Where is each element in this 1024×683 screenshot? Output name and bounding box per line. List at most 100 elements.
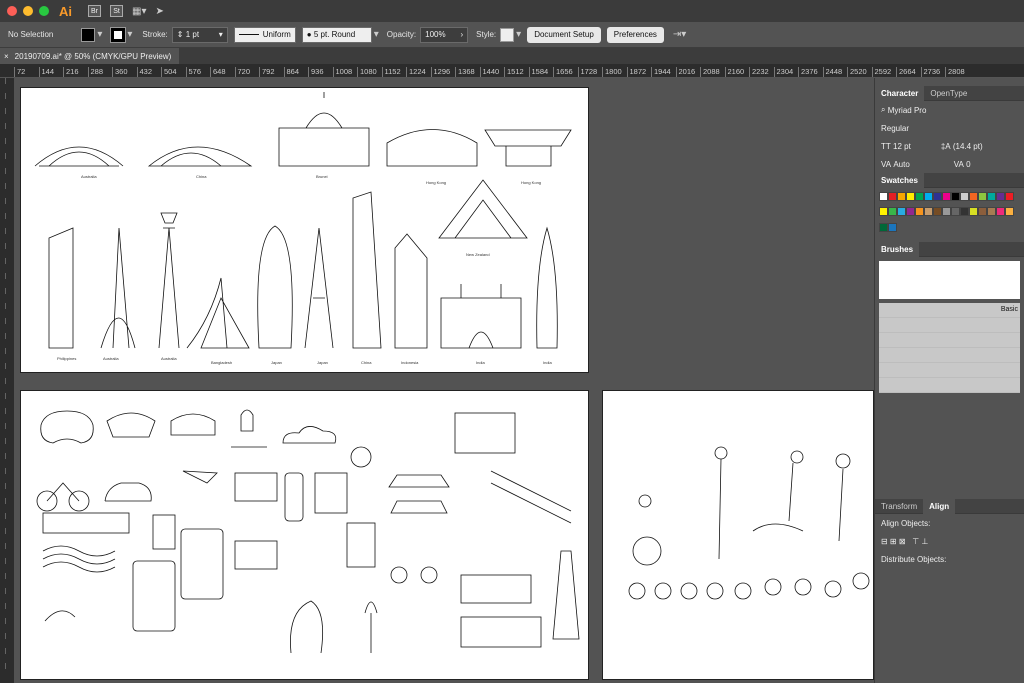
- variable-width-profile[interactable]: Uniform: [233, 26, 296, 43]
- font-size-value[interactable]: 12 pt: [893, 142, 911, 151]
- artboard-people[interactable]: [602, 390, 874, 680]
- color-swatch[interactable]: [879, 192, 888, 201]
- ruler-tick-label: 648: [210, 67, 226, 77]
- canvas[interactable]: Australia China Brunei Hong Kong Hong Kong Ne…: [14, 78, 874, 683]
- new-zealand-pavilion-icon: [438, 179, 528, 239]
- color-swatch[interactable]: [924, 207, 933, 217]
- color-swatch[interactable]: [960, 192, 969, 201]
- stock-button[interactable]: St: [110, 5, 123, 17]
- chevron-right-icon[interactable]: ›: [460, 30, 463, 39]
- color-swatch[interactable]: [906, 192, 915, 201]
- close-window-button[interactable]: [7, 6, 17, 16]
- color-swatch[interactable]: [942, 207, 951, 217]
- color-swatch[interactable]: [1005, 207, 1014, 217]
- stroke-color-swatch[interactable]: [110, 26, 127, 43]
- tab-align[interactable]: Align: [923, 498, 956, 514]
- tram-icon: [460, 616, 542, 648]
- brush-row[interactable]: [879, 378, 1020, 393]
- color-swatch[interactable]: [978, 207, 987, 217]
- fill-color-swatch[interactable]: [81, 27, 96, 42]
- color-swatch[interactable]: [915, 192, 924, 201]
- horizontal-ruler[interactable]: 72 144 216 288 360 432 504 576 648 720 792 864 936 10…: [0, 64, 1024, 78]
- minimize-window-button[interactable]: [23, 6, 33, 16]
- chevron-down-icon[interactable]: ▾: [374, 29, 379, 40]
- ruler-tick-label: 1296: [430, 67, 450, 77]
- document-setup-button[interactable]: Document Setup: [527, 26, 601, 43]
- tab-transform[interactable]: Transform: [875, 499, 923, 514]
- ruler-tick: —: [2, 588, 8, 594]
- tab-opentype[interactable]: OpenType: [924, 86, 973, 101]
- document-tab[interactable]: × 20190709.ai* @ 50% (CMYK/GPU Preview): [0, 48, 180, 64]
- color-swatch[interactable]: [915, 207, 924, 217]
- brush-row[interactable]: [879, 333, 1020, 348]
- brush-basic[interactable]: Basic: [879, 303, 1020, 318]
- color-swatch[interactable]: [888, 207, 897, 217]
- philippines-tower-icon: [48, 227, 74, 349]
- brush-row[interactable]: [879, 318, 1020, 333]
- color-swatch[interactable]: [924, 192, 933, 201]
- align-buttons-row[interactable]: ⊟ ⊞ ⊠ ⊤ ⊥: [875, 532, 1024, 550]
- color-swatch[interactable]: [969, 192, 978, 201]
- chevron-down-icon[interactable]: ▾: [219, 30, 223, 39]
- font-style-value[interactable]: Regular: [881, 124, 909, 133]
- ruler-tick-label: 1728: [577, 67, 597, 77]
- opacity-field[interactable]: 100% ›: [420, 26, 469, 43]
- landmark-caption: Japan: [317, 360, 328, 365]
- close-tab-icon[interactable]: ×: [4, 52, 9, 61]
- ruler-tick-label: 2448: [822, 67, 842, 77]
- color-swatch[interactable]: [897, 207, 906, 217]
- landmark-caption: India: [543, 360, 552, 365]
- artboard-landmarks[interactable]: Australia China Brunei Hong Kong Hong Kong Ne…: [20, 87, 589, 373]
- color-swatch[interactable]: [933, 207, 942, 217]
- ruler-tick: —: [2, 528, 8, 534]
- transform-align-tabs: Transform Align: [875, 498, 1024, 514]
- color-swatch[interactable]: [987, 207, 996, 217]
- stroke-weight-field[interactable]: ⇕ 1 pt ▾: [171, 26, 228, 43]
- color-swatch[interactable]: [969, 207, 978, 217]
- color-swatch[interactable]: [879, 207, 888, 217]
- color-swatch[interactable]: [1005, 192, 1014, 201]
- tracking-value[interactable]: 0: [966, 160, 970, 169]
- ruler-tick: —: [2, 198, 8, 204]
- color-swatch[interactable]: [978, 192, 987, 201]
- harbour-bridge-icon: [34, 146, 124, 167]
- color-swatch[interactable]: [897, 192, 906, 201]
- tab-swatches[interactable]: Swatches: [875, 172, 924, 188]
- bridge-button[interactable]: Br: [88, 5, 101, 17]
- color-swatch[interactable]: [879, 222, 888, 232]
- color-swatch[interactable]: [996, 192, 1005, 201]
- chevron-down-icon[interactable]: ▾: [516, 29, 521, 40]
- kerning-value[interactable]: Auto: [893, 160, 909, 169]
- color-swatch[interactable]: [942, 192, 951, 201]
- color-swatch[interactable]: [888, 192, 897, 201]
- stepper-icon[interactable]: ⇕: [177, 30, 184, 39]
- color-swatch[interactable]: [888, 222, 897, 232]
- color-swatch[interactable]: [906, 207, 915, 217]
- leading-value[interactable]: (14.4 pt): [953, 142, 983, 151]
- tab-character[interactable]: Character: [875, 85, 925, 101]
- vertical-ruler[interactable]: — — — — — — — — — — — — — — — — — — — — — — — — — — — — — — — — — — — — — — — —: [0, 78, 14, 683]
- arrange-documents-icon[interactable]: ▦▾: [132, 6, 146, 17]
- color-swatch[interactable]: [996, 207, 1005, 217]
- arrange-icon[interactable]: ⇥▾: [673, 29, 686, 40]
- preferences-button[interactable]: Preferences: [606, 26, 664, 43]
- color-swatch[interactable]: [933, 192, 942, 201]
- color-swatch[interactable]: [987, 192, 996, 201]
- search-icon[interactable]: ⌕: [881, 105, 885, 115]
- color-swatch[interactable]: [951, 207, 960, 217]
- color-swatch[interactable]: [960, 207, 969, 217]
- brush-row[interactable]: [879, 348, 1020, 363]
- brush-tips-grid[interactable]: [879, 261, 1020, 299]
- brush-definition[interactable]: ● 5 pt. Round: [301, 26, 372, 43]
- chevron-down-icon[interactable]: ▾: [97, 29, 102, 40]
- tab-brushes[interactable]: Brushes: [875, 241, 920, 257]
- distribute-objects-label: Distribute Objects:: [881, 554, 947, 564]
- font-family-value[interactable]: Myriad Pro: [888, 106, 927, 115]
- brush-row[interactable]: [879, 363, 1020, 378]
- color-swatch[interactable]: [951, 192, 960, 201]
- graphic-style-swatch[interactable]: [500, 27, 515, 42]
- gpu-performance-icon[interactable]: ➤: [155, 6, 163, 17]
- chevron-down-icon[interactable]: ▾: [127, 29, 132, 40]
- artboard-icons[interactable]: [20, 390, 589, 680]
- zoom-window-button[interactable]: [39, 6, 49, 16]
